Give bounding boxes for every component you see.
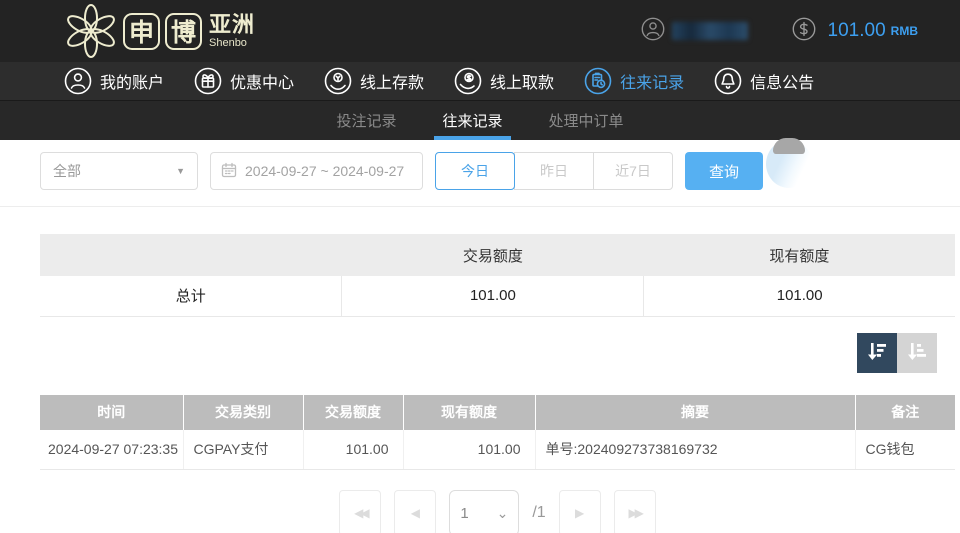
summary-total-row: 总计 101.00 101.00	[40, 276, 955, 316]
records-icon	[584, 67, 612, 95]
next-page-button[interactable]: ▶	[559, 490, 601, 533]
nav-item-deposit[interactable]: 线上存款	[324, 67, 424, 95]
bell-icon	[714, 67, 742, 95]
user-icon	[641, 17, 665, 46]
section-divider	[0, 206, 960, 207]
quick-range-group: 今日 昨日 近7日	[435, 152, 673, 190]
nav-item-my-account[interactable]: 我的账户	[64, 67, 164, 95]
record-balance: 101.00	[403, 430, 535, 470]
main-nav: 我的账户 优惠中心 线上存款 线上	[0, 62, 960, 100]
sort-ascending-button[interactable]	[897, 333, 937, 373]
col-time: 时间	[40, 395, 183, 430]
pagination: ◀◀ ◀ 1 ⌄ /1 ▶ ▶▶	[40, 490, 955, 533]
deposit-icon	[324, 67, 352, 95]
calendar-icon	[221, 162, 237, 181]
col-balance: 现有额度	[403, 395, 535, 430]
date-range-input[interactable]: 2024-09-27 ~ 2024-09-27	[210, 152, 423, 190]
summary-col-empty	[40, 234, 342, 276]
page-select[interactable]: 1 ⌄	[449, 490, 519, 533]
sort-descending-icon	[865, 339, 889, 366]
logo-char-bo: 博	[165, 13, 202, 50]
person-icon	[64, 67, 92, 95]
records-header-row: 时间 交易类别 交易额度 现有额度 摘要 备注	[40, 395, 955, 430]
summary-header-row: 交易额度 现有额度	[40, 234, 955, 276]
nav-item-transaction-records[interactable]: 往来记录	[584, 67, 684, 95]
last-page-button[interactable]: ▶▶	[614, 490, 656, 533]
summary-col-balance: 现有额度	[644, 234, 955, 276]
logo-region: 亚洲	[209, 14, 255, 36]
flower-logo-icon	[64, 4, 118, 58]
filter-row: 全部 ▼ 2024-09-27 ~ 2024-09-27 今日 昨日 近7日 查…	[40, 152, 960, 190]
col-amount: 交易额度	[303, 395, 403, 430]
balance-currency: RMB	[891, 24, 918, 38]
type-select[interactable]: 全部 ▼	[40, 152, 198, 190]
logo: 申 博 亚洲 Shenbo	[64, 4, 255, 58]
total-pages-label: /1	[532, 504, 545, 522]
summary-row-label: 总计	[40, 276, 342, 316]
nav-item-announcements[interactable]: 信息公告	[714, 67, 814, 95]
yesterday-button[interactable]: 昨日	[514, 152, 594, 190]
summary-balance-total: 101.00	[644, 276, 955, 316]
record-row: 2024-09-27 07:23:35 CGPAY支付 101.00 101.0…	[40, 430, 955, 470]
first-page-button[interactable]: ◀◀	[339, 490, 381, 533]
masked-username	[672, 22, 748, 40]
chevron-down-icon: ⌄	[497, 505, 509, 522]
withdraw-icon	[454, 67, 482, 95]
caret-down-icon: ▼	[176, 166, 185, 176]
sort-controls	[40, 333, 955, 373]
nav-item-promotions[interactable]: 优惠中心	[194, 67, 294, 95]
tab-pending-orders[interactable]: 处理中订单	[549, 101, 624, 140]
col-type: 交易类别	[183, 395, 303, 430]
summary-table: 交易额度 现有额度 总计 101.00 101.00	[40, 234, 955, 317]
nav-item-withdraw[interactable]: 线上取款	[454, 67, 554, 95]
next-page-icon: ▶	[575, 506, 584, 520]
record-amount: 101.00	[303, 430, 403, 470]
tab-bet-records[interactable]: 投注记录	[336, 101, 396, 140]
prev-page-button[interactable]: ◀	[394, 490, 436, 533]
summary-trade-total: 101.00	[342, 276, 644, 316]
sort-ascending-icon	[905, 339, 929, 366]
col-summary: 摘要	[535, 395, 855, 430]
logo-subtitle: Shenbo	[209, 38, 255, 49]
topbar: 申 博 亚洲 Shenbo 101.00 RMB	[0, 0, 960, 62]
last-page-icon: ▶▶	[628, 506, 640, 520]
record-time: 2024-09-27 07:23:35	[40, 430, 183, 470]
query-button[interactable]: 查询	[685, 152, 763, 190]
balance-amount: 101.00	[828, 20, 886, 42]
record-summary: 单号:202409273738169732	[535, 430, 855, 470]
dollar-coin-icon	[792, 17, 816, 46]
records-table: 时间 交易类别 交易额度 现有额度 摘要 备注 2024-09-27 07:23…	[40, 395, 955, 471]
sub-tabs: 投注记录 往来记录 处理中订单	[0, 100, 960, 140]
record-note: CG钱包	[855, 430, 955, 470]
tab-transaction-records[interactable]: 往来记录	[442, 101, 502, 140]
sort-descending-button[interactable]	[857, 333, 897, 373]
summary-col-trade: 交易额度	[342, 234, 644, 276]
col-note: 备注	[855, 395, 955, 430]
last7days-button[interactable]: 近7日	[593, 152, 673, 190]
record-type: CGPAY支付	[183, 430, 303, 470]
gift-icon	[194, 67, 222, 95]
logo-char-shen: 申	[123, 13, 160, 50]
today-button[interactable]: 今日	[435, 152, 515, 190]
prev-page-icon: ◀	[411, 506, 420, 520]
first-page-icon: ◀◀	[354, 506, 366, 520]
